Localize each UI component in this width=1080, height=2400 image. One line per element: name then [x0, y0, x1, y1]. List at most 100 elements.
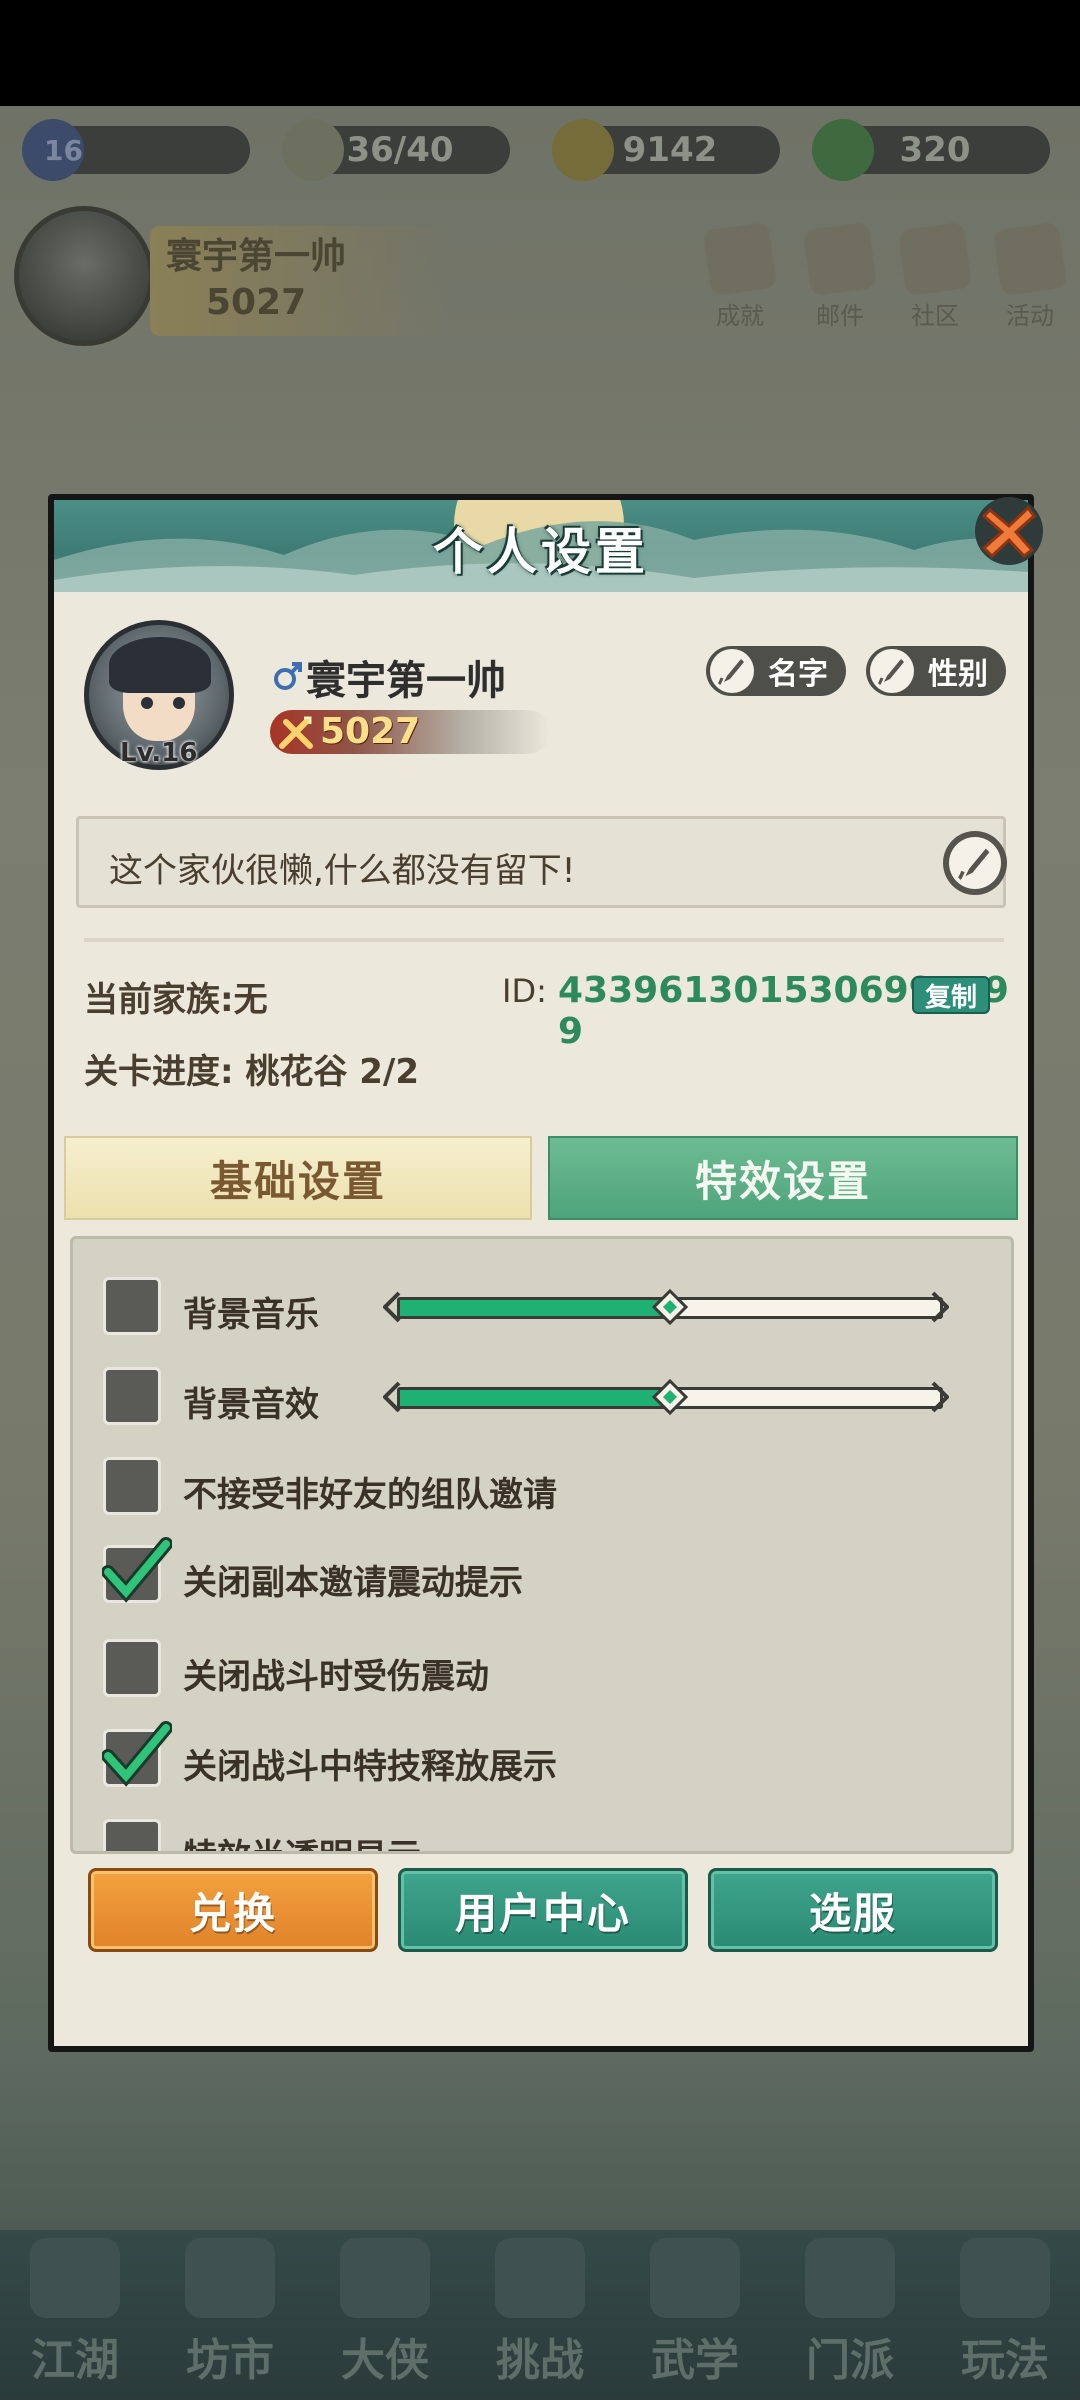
- clan-label: 当前家族:无: [84, 980, 268, 1020]
- heroes-icon: [340, 2238, 430, 2318]
- nav-label: 门派: [806, 2335, 894, 2386]
- top-player-name: 寰宇第一帅: [166, 236, 347, 277]
- setting-label: 关闭战斗中特技释放展示: [183, 1747, 557, 1787]
- jade-pill: 320: [812, 119, 1050, 181]
- setting-dungeon-invite-vibration: 关闭副本邀请震动提示: [102, 1537, 983, 1605]
- setting-reject-party-invites: 不接受非好友的组队邀请: [103, 1457, 983, 1517]
- jianghu-icon: [30, 2238, 120, 2318]
- settings-list[interactable]: 背景音乐 背景音效 不接受非好友的组队邀请 关闭副本邀请震动提示 关闭战斗时受伤…: [70, 1236, 1014, 1854]
- status-bar: [0, 0, 1080, 106]
- jade-icon: [812, 119, 874, 181]
- nav-label: 挑战: [496, 2335, 584, 2386]
- copy-id-button[interactable]: 复制: [912, 976, 990, 1014]
- setting-label: 背景音效: [183, 1385, 319, 1425]
- combat-power-bar: 5027: [270, 710, 550, 754]
- edit-signature-button[interactable]: [943, 831, 1007, 895]
- nav-label: 坊市: [186, 2335, 274, 2386]
- reject-party-invites-checkbox[interactable]: [103, 1457, 161, 1515]
- level-value: 16: [44, 133, 83, 167]
- top-button-label: 成就: [716, 302, 764, 330]
- market-icon: [185, 2238, 275, 2318]
- checkmark-icon: [102, 1721, 172, 1787]
- gameplay-icon: [960, 2238, 1050, 2318]
- skill-display-checkbox[interactable]: [102, 1721, 172, 1787]
- nav-label: 大侠: [341, 2335, 429, 2386]
- setting-sfx: 背景音效: [103, 1367, 983, 1427]
- level-label: Lv.16: [120, 738, 198, 768]
- slider-thumb[interactable]: [652, 1379, 688, 1415]
- combat-power-value: 5027: [320, 711, 421, 752]
- translucent-effects-checkbox[interactable]: [103, 1819, 161, 1851]
- stamina-pill: 36/40: [282, 119, 510, 181]
- brush-icon: [949, 837, 1001, 889]
- avatar-eye: [141, 697, 153, 709]
- male-gender-icon: [274, 662, 302, 690]
- nav-martial-arts: 武学: [630, 2238, 760, 2388]
- bgm-checkbox[interactable]: [103, 1277, 161, 1335]
- arrow-right-icon: [931, 1381, 949, 1413]
- redeem-button[interactable]: 兑换: [88, 1868, 378, 1952]
- copper-coin-icon: [552, 119, 614, 181]
- avatar-eye: [173, 697, 185, 709]
- slider-thumb[interactable]: [652, 1289, 688, 1325]
- gender-label: 性别: [928, 657, 988, 692]
- martial-arts-icon: [650, 2238, 740, 2318]
- setting-label: 背景音乐: [183, 1295, 319, 1335]
- close-button[interactable]: [972, 494, 1046, 568]
- nav-jianghu: 江湖: [10, 2238, 140, 2388]
- setting-label: 关闭副本邀请震动提示: [183, 1563, 523, 1603]
- setting-label: 不接受非好友的组队邀请: [183, 1475, 557, 1515]
- signature-text: 这个家伙很懒,什么都没有留下!: [109, 851, 576, 891]
- top-button-label: 活动: [1006, 302, 1054, 330]
- slider-fill: [400, 1300, 670, 1316]
- nav-heroes: 大侠: [320, 2238, 450, 2388]
- user-center-button[interactable]: 用户中心: [398, 1868, 688, 1952]
- nav-market: 坊市: [165, 2238, 295, 2388]
- setting-damage-vibration: 关闭战斗时受伤震动: [103, 1639, 983, 1699]
- copper-value: 9142: [622, 130, 718, 170]
- crossed-swords-icon: [279, 716, 313, 749]
- setting-label: 关闭战斗时受伤震动: [183, 1657, 489, 1697]
- checkmark-icon: [102, 1537, 172, 1603]
- setting-bgm: 背景音乐: [103, 1277, 983, 1337]
- top-button-community: 社区: [895, 221, 975, 330]
- stage-progress: 关卡进度: 桃花谷 2/2: [84, 1052, 420, 1092]
- top-button-mail: 邮件: [800, 221, 880, 330]
- tab-basic-settings[interactable]: 基础设置: [64, 1136, 532, 1220]
- stamina-icon: [282, 119, 344, 181]
- setting-skill-display: 关闭战斗中特技释放展示: [102, 1721, 983, 1789]
- nav-label: 玩法: [961, 2335, 1049, 2386]
- arrow-right-icon: [931, 1291, 949, 1323]
- nav-challenge: 挑战: [475, 2238, 605, 2388]
- avatar-hair: [109, 637, 211, 693]
- stamina-value: 36/40: [346, 130, 454, 170]
- nav-gameplay: 玩法: [940, 2238, 1070, 2388]
- bottom-nav: 江湖 坊市 大侠 挑战 武学 门派 玩法: [0, 2230, 1080, 2400]
- sect-icon: [805, 2238, 895, 2318]
- bgm-volume-slider[interactable]: [383, 1285, 963, 1329]
- sfx-checkbox[interactable]: [103, 1367, 161, 1425]
- brush-icon: [710, 649, 754, 693]
- id-label: ID:: [502, 972, 547, 1010]
- challenge-icon: [495, 2238, 585, 2318]
- tab-effects-settings[interactable]: 特效设置: [548, 1136, 1018, 1220]
- copper-pill: 9142: [552, 119, 780, 181]
- mail-icon: [802, 221, 878, 297]
- slider-fill: [400, 1390, 670, 1406]
- jade-value: 320: [899, 130, 971, 170]
- sfx-volume-slider[interactable]: [383, 1375, 963, 1419]
- dialog-header: 个人设置: [54, 500, 1028, 592]
- select-server-button[interactable]: 选服: [708, 1868, 998, 1952]
- setting-translucent-effects: 特效半透明显示: [103, 1819, 983, 1851]
- nav-sect: 门派: [785, 2238, 915, 2388]
- level-pill: 16: [22, 119, 250, 181]
- top-avatar: [14, 206, 154, 346]
- nav-label: 江湖: [31, 2335, 119, 2386]
- damage-vibration-checkbox[interactable]: [103, 1639, 161, 1697]
- achievement-icon: [702, 221, 778, 297]
- rename-button[interactable]: 名字: [706, 646, 846, 696]
- setting-label: 特效半透明显示: [183, 1829, 421, 1851]
- gender-button[interactable]: 性别: [866, 646, 1006, 696]
- dungeon-invite-vibration-checkbox[interactable]: [102, 1537, 172, 1603]
- community-icon: [897, 221, 973, 297]
